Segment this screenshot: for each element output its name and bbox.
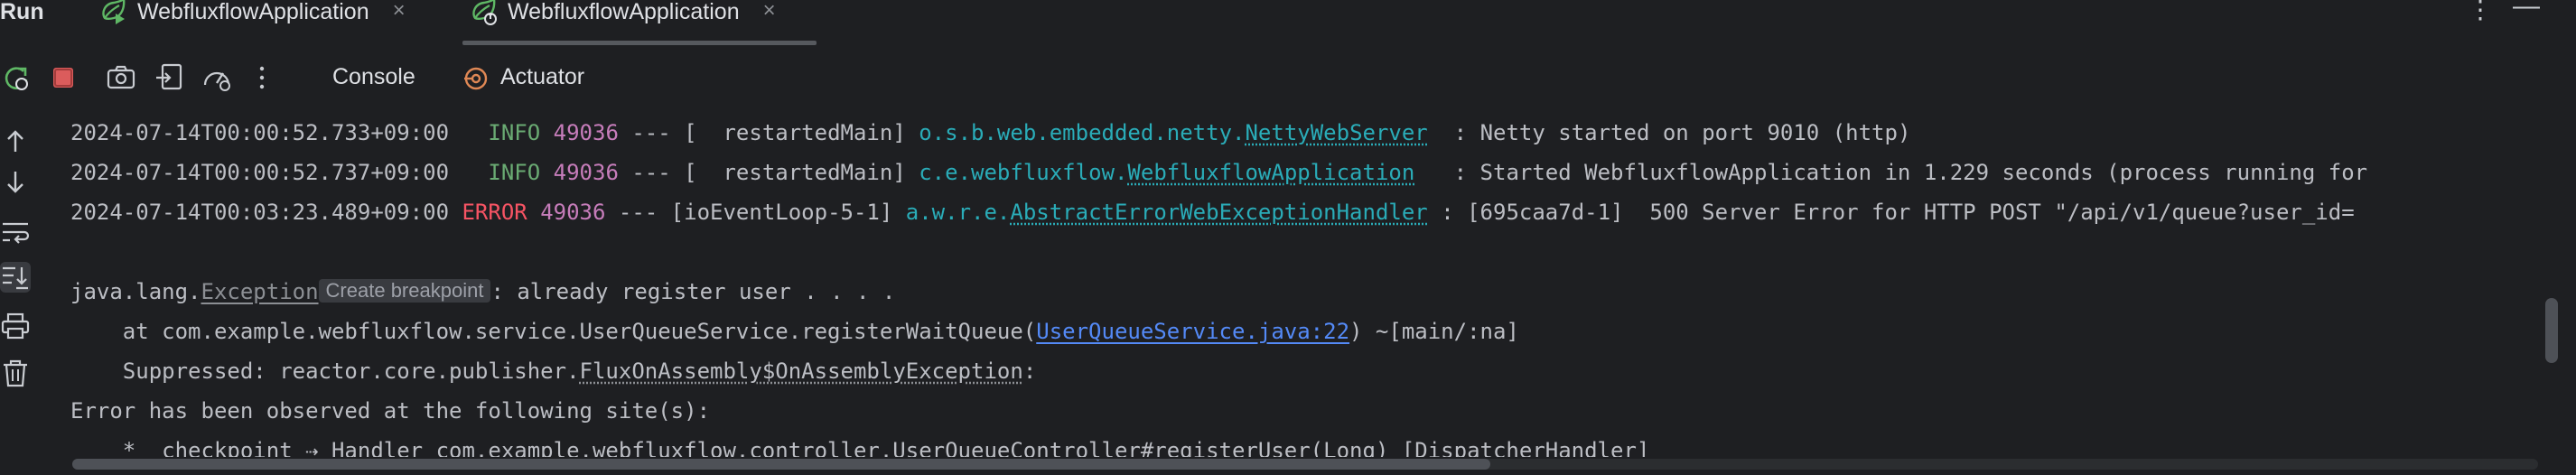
exception-line: java.lang.Exception Create breakpoint: al… xyxy=(70,278,895,305)
stop-button[interactable] xyxy=(47,61,79,94)
stop-icon xyxy=(53,68,73,88)
log-level: INFO xyxy=(474,160,541,185)
run-tab-label: WebfluxflowApplication xyxy=(508,0,740,24)
soft-wrap-icon xyxy=(3,222,30,244)
log-thread: --- [ioEventLoop-5-1] xyxy=(605,200,906,225)
trash-icon xyxy=(4,359,27,387)
scroll-to-end-icon xyxy=(3,266,28,290)
exception-prefix: java.lang. xyxy=(70,279,201,304)
profiler-button[interactable] xyxy=(201,61,233,94)
down-button[interactable] xyxy=(0,166,31,197)
close-tab-icon[interactable]: × xyxy=(763,0,776,22)
console-toolbar: Console Actuator xyxy=(0,51,2576,105)
spring-boot-run-icon xyxy=(468,0,499,25)
log-pid: 49036 xyxy=(540,200,606,225)
run-tool-window-header: Run WebfluxflowApplication × Webfluxflow… xyxy=(0,0,2576,45)
log-message: : [695caa7d-1] 500 Server Error for HTTP… xyxy=(1427,200,2355,225)
log-thread: --- [ restartedMain] xyxy=(618,160,919,185)
exit-restore-icon xyxy=(156,63,182,90)
run-tab-2[interactable]: WebfluxflowApplication × xyxy=(468,0,776,34)
log-logger-class-link[interactable]: AbstractErrorWebExceptionHandler xyxy=(1010,200,1427,225)
log-line: 2024-07-14T00:03:23.489+09:00 ERROR 4903… xyxy=(70,199,2355,226)
close-tab-icon[interactable]: × xyxy=(393,0,406,22)
suppressed-suffix: : xyxy=(1022,359,1037,384)
suppressed-line: Suppressed: reactor.core.publisher.FluxO… xyxy=(70,358,1036,385)
log-line: 2024-07-14T00:00:52.737+09:00 INFO 49036… xyxy=(70,159,2367,186)
run-tool-window-title: Run xyxy=(0,0,44,24)
print-button[interactable] xyxy=(0,311,31,341)
camera-icon xyxy=(107,65,135,89)
checkpoint-line: *__checkpoint ⇢ Handler com.example.webf… xyxy=(70,438,1650,457)
exception-message: : already register user . . . . xyxy=(490,279,896,304)
vertical-scrollbar-thumb[interactable] xyxy=(2545,298,2558,363)
scroll-to-end-button[interactable] xyxy=(0,262,31,293)
log-pid: 49036 xyxy=(553,120,619,145)
active-tab-indicator xyxy=(462,41,817,45)
rerun-button[interactable] xyxy=(0,61,33,94)
screenshot-button[interactable] xyxy=(105,61,137,94)
arrow-up-icon xyxy=(7,130,23,152)
run-tab-label: WebfluxflowApplication xyxy=(137,0,369,24)
restore-layout-button[interactable] xyxy=(154,61,186,94)
tab-actuator-label: Actuator xyxy=(500,64,585,89)
log-logger-prefix: o.s.b.web.embedded.netty. xyxy=(919,120,1246,145)
log-timestamp: 2024-07-14T00:03:23.489+09:00 xyxy=(70,200,450,225)
create-breakpoint-tooltip[interactable]: Create breakpoint xyxy=(318,279,491,303)
more-actions-button[interactable] xyxy=(251,61,284,94)
print-icon xyxy=(1,312,30,340)
gauge-icon xyxy=(203,71,230,91)
log-logger-class-link[interactable]: WebfluxflowApplication xyxy=(1127,160,1414,185)
more-vertical-icon xyxy=(259,66,265,89)
console-output[interactable]: 2024-07-14T00:00:52.733+09:00 INFO 49036… xyxy=(40,108,2542,457)
source-file-link[interactable]: UserQueueService.java:22 xyxy=(1036,319,1349,344)
log-thread: --- [ restartedMain] xyxy=(618,120,919,145)
stack-frame-text: at com.example.webfluxflow.service.UserQ… xyxy=(70,319,1037,344)
actuator-icon xyxy=(462,64,490,91)
rerun-icon xyxy=(5,67,28,90)
tab-console[interactable]: Console xyxy=(332,56,415,98)
console-side-toolbar xyxy=(0,108,36,475)
log-message: : Netty started on port 9010 (http) xyxy=(1427,120,1911,145)
log-pid: 49036 xyxy=(553,160,619,185)
stack-frame-suffix: ) ~[main/:na] xyxy=(1349,319,1519,344)
run-tab-1[interactable]: WebfluxflowApplication × xyxy=(98,0,406,34)
log-logger-prefix: c.e.webfluxflow. xyxy=(919,160,1128,185)
stack-trace-line: at com.example.webfluxflow.service.UserQ… xyxy=(70,318,1519,345)
clear-all-button[interactable] xyxy=(0,358,31,388)
suppressed-prefix: Suppressed: reactor.core.publisher. xyxy=(70,359,580,384)
log-timestamp: 2024-07-14T00:00:52.737+09:00 xyxy=(70,160,450,185)
log-line: 2024-07-14T00:00:52.733+09:00 INFO 49036… xyxy=(70,119,1910,146)
log-logger-class-link[interactable]: NettyWebServer xyxy=(1245,120,1427,145)
log-level: INFO xyxy=(474,120,541,145)
more-vertical-icon[interactable]: ⋮ xyxy=(2468,0,2493,23)
soft-wrap-button[interactable] xyxy=(0,217,31,247)
log-message: : Started WebfluxflowApplication in 1.22… xyxy=(1414,160,2368,185)
exception-class-link[interactable]: Exception xyxy=(201,279,319,304)
log-level: ERROR xyxy=(462,200,527,225)
spring-boot-run-icon xyxy=(98,0,128,25)
observed-line: Error has been observed at the following… xyxy=(70,398,711,424)
suppressed-class-link[interactable]: FluxOnAssembly$OnAssemblyException xyxy=(580,359,1023,384)
tab-actuator[interactable]: Actuator xyxy=(462,56,584,98)
minimize-button[interactable]: — xyxy=(2513,0,2540,20)
horizontal-scrollbar-thumb[interactable] xyxy=(72,459,1490,470)
up-button[interactable] xyxy=(0,126,31,157)
log-logger-prefix: a.w.r.e. xyxy=(905,200,1011,225)
log-timestamp: 2024-07-14T00:00:52.733+09:00 xyxy=(70,120,450,145)
arrow-down-icon xyxy=(7,172,23,193)
